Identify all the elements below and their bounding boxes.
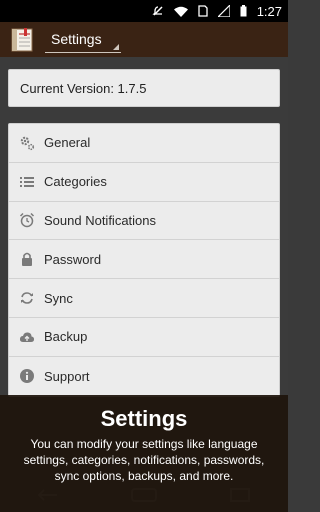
spinner-arrow-icon [113, 44, 119, 50]
alarm-clock-icon [19, 212, 35, 228]
menu-label: Sync [44, 290, 73, 306]
status-bar: 1:27 [0, 0, 288, 22]
overlay-title: Settings [100, 406, 188, 431]
signal-icon [217, 5, 230, 17]
settings-spinner[interactable]: Settings [45, 26, 121, 53]
notebook-app-icon[interactable] [9, 27, 35, 53]
overlay-description: You can modify your settings like langua… [23, 437, 265, 483]
menu-item-support[interactable]: Support [9, 357, 279, 396]
menu-label: Password [44, 251, 102, 267]
wifi-icon [173, 6, 188, 17]
menu-label: Sound Notifications [44, 212, 157, 228]
spinner-label: Settings [51, 31, 102, 47]
menu-label: Support [44, 368, 90, 384]
list-icon [19, 174, 35, 190]
menu-item-sync[interactable]: Sync [9, 279, 279, 318]
menu-item-general[interactable]: General [9, 124, 279, 163]
menu-label: General [44, 135, 91, 151]
menu-item-password[interactable]: Password [9, 240, 279, 280]
action-bar: Settings [0, 22, 288, 57]
tutorial-overlay[interactable]: Settings You can modify your settings li… [0, 395, 288, 512]
info-icon [19, 368, 35, 384]
settings-menu: General Categories Sound Notifications P… [8, 123, 280, 397]
gears-icon [19, 135, 35, 151]
version-text: Current Version: 1.7.5 [20, 80, 147, 96]
menu-item-sound-notifications[interactable]: Sound Notifications [9, 202, 279, 241]
battery-icon [240, 5, 247, 17]
menu-item-categories[interactable]: Categories [9, 163, 279, 202]
lock-icon [19, 251, 35, 267]
clock-time: 1:27 [256, 3, 282, 19]
menu-label: Categories [44, 174, 107, 190]
sync-icon [19, 290, 35, 306]
version-card: Current Version: 1.7.5 [8, 69, 280, 107]
menu-label: Backup [44, 329, 88, 345]
mute-icon [152, 5, 164, 17]
sim-icon [198, 5, 208, 17]
cloud-upload-icon [19, 329, 35, 345]
menu-item-backup[interactable]: Backup [9, 318, 279, 357]
